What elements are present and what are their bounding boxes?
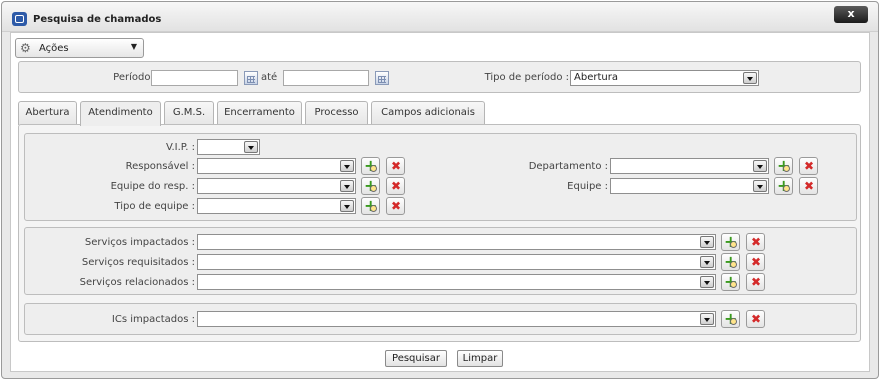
responsavel-select[interactable] xyxy=(197,158,356,174)
tab-gms[interactable]: G.M.S. xyxy=(164,101,214,125)
chevron-down-icon xyxy=(340,160,354,172)
tab-encerramento[interactable]: Encerramento xyxy=(217,101,302,125)
title-bar: Pesquisa de chamados x xyxy=(2,2,878,32)
chevron-down-icon xyxy=(244,141,258,153)
tab-content: V.I.P. : Responsável : Equipe do resp. :… xyxy=(18,124,861,342)
app-icon xyxy=(12,12,27,26)
actions-dropdown[interactable]: ⚙ Ações ▼ xyxy=(15,38,144,58)
clear-tipo-equipe-button[interactable] xyxy=(386,197,405,215)
vip-select[interactable] xyxy=(197,139,260,155)
servicos-impactados-select[interactable] xyxy=(197,234,716,250)
servicos-relacionados-label: Serviços relacionados : xyxy=(79,277,195,288)
search-dialog: Pesquisa de chamados x ⚙ Ações ▼ Período… xyxy=(1,1,879,379)
servicos-relacionados-select[interactable] xyxy=(197,274,716,290)
clear-ics-impactados-button[interactable] xyxy=(746,310,765,328)
add-tipo-equipe-button[interactable] xyxy=(361,196,380,215)
chevron-down-icon xyxy=(340,200,354,212)
chevron-down-icon xyxy=(700,236,714,248)
clear-servicos-requisitados-button[interactable] xyxy=(746,253,765,271)
period-label: Período : xyxy=(113,72,157,83)
departamento-select[interactable] xyxy=(610,158,769,174)
departamento-label: Departamento : xyxy=(528,161,608,172)
chevron-down-icon xyxy=(700,256,714,268)
equipe-select[interactable] xyxy=(610,178,769,194)
period-type-label: Tipo de período : xyxy=(484,72,569,83)
vip-label: V.I.P. : xyxy=(165,142,195,153)
add-servicos-relacionados-button[interactable] xyxy=(721,272,740,291)
add-equipe-button[interactable] xyxy=(774,176,793,195)
tab-atendimento[interactable]: Atendimento xyxy=(80,101,161,126)
clear-departamento-button[interactable] xyxy=(799,157,818,175)
tab-abertura[interactable]: Abertura xyxy=(18,101,77,125)
chevron-down-icon xyxy=(743,72,757,84)
gear-icon: ⚙ xyxy=(20,41,31,55)
ics-impactados-select[interactable] xyxy=(197,311,716,327)
tab-processo[interactable]: Processo xyxy=(305,101,368,125)
equipe-resp-label: Equipe do resp. : xyxy=(110,181,195,192)
equipe-label: Equipe : xyxy=(567,181,608,192)
servicos-impactados-label: Serviços impactados : xyxy=(84,237,195,248)
chevron-down-icon xyxy=(340,180,354,192)
add-servicos-impactados-button[interactable] xyxy=(721,232,740,251)
period-separator: até xyxy=(261,72,278,83)
clear-responsavel-button[interactable] xyxy=(386,157,405,175)
search-button[interactable]: Pesquisar xyxy=(385,350,447,367)
tab-campos-adicionais[interactable]: Campos adicionais xyxy=(371,101,485,125)
chevron-down-icon: ▼ xyxy=(130,42,137,51)
ics-impactados-label: ICs impactados : xyxy=(111,314,195,325)
add-departamento-button[interactable] xyxy=(774,156,793,175)
add-ics-impactados-button[interactable] xyxy=(721,309,740,328)
servicos-requisitados-label: Serviços requisitados : xyxy=(81,257,195,268)
servicos-requisitados-select[interactable] xyxy=(197,254,716,270)
services-section: Serviços impactados : Serviços requisita… xyxy=(24,227,857,295)
add-servicos-requisitados-button[interactable] xyxy=(721,252,740,271)
dialog-content: ⚙ Ações ▼ Período : até Tipo de período … xyxy=(10,32,870,372)
period-type-value: Abertura xyxy=(574,72,618,83)
tipo-equipe-label: Tipo de equipe : xyxy=(114,201,195,212)
responsavel-label: Responsável : xyxy=(125,161,195,172)
calendar-icon[interactable] xyxy=(375,71,389,85)
add-responsavel-button[interactable] xyxy=(361,156,380,175)
clear-equipe-resp-button[interactable] xyxy=(386,177,405,195)
calendar-icon[interactable] xyxy=(244,71,258,85)
clear-equipe-button[interactable] xyxy=(799,177,818,195)
period-end-input[interactable] xyxy=(283,70,369,86)
ics-section: ICs impactados : xyxy=(24,303,857,335)
period-start-input[interactable] xyxy=(151,70,238,86)
chevron-down-icon xyxy=(700,276,714,288)
close-button[interactable]: x xyxy=(834,6,868,23)
period-panel: Período : até Tipo de período : Abertura xyxy=(18,61,861,93)
clear-servicos-relacionados-button[interactable] xyxy=(746,273,765,291)
chevron-down-icon xyxy=(753,180,767,192)
tipo-equipe-select[interactable] xyxy=(197,198,356,214)
chevron-down-icon xyxy=(700,313,714,325)
period-type-select[interactable]: Abertura xyxy=(570,70,759,86)
responsible-section: V.I.P. : Responsável : Equipe do resp. :… xyxy=(24,133,857,221)
clear-servicos-impactados-button[interactable] xyxy=(746,233,765,251)
add-equipe-resp-button[interactable] xyxy=(361,176,380,195)
equipe-resp-select[interactable] xyxy=(197,178,356,194)
actions-label: Ações xyxy=(39,43,69,54)
chevron-down-icon xyxy=(753,160,767,172)
window-title: Pesquisa de chamados xyxy=(33,14,162,25)
clear-button[interactable]: Limpar xyxy=(457,350,503,367)
